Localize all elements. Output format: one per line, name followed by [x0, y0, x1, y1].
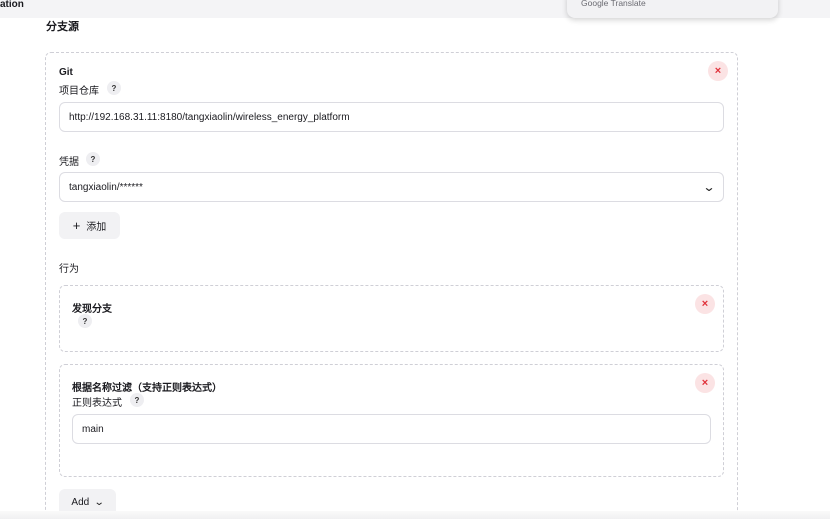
plus-icon: +: [72, 218, 81, 233]
chevron-down-icon: ⌄: [702, 180, 716, 194]
close-icon: ×: [701, 376, 709, 389]
credentials-label: 凭据: [59, 157, 79, 168]
behavior-discover-branches: [59, 285, 724, 352]
section-title: 分支源: [46, 21, 79, 33]
close-icon: ×: [701, 297, 709, 310]
repo-help-icon[interactable]: ?: [107, 81, 121, 95]
regex-input[interactable]: main: [72, 414, 711, 444]
repo-label: 项目仓库: [59, 86, 99, 97]
repo-url-value: http://192.168.31.11:8180/tangxiaolin/wi…: [69, 111, 350, 123]
bottom-edge: [0, 511, 830, 519]
repo-url-input[interactable]: http://192.168.31.11:8180/tangxiaolin/wi…: [59, 102, 724, 132]
add-credentials-button[interactable]: + 添加: [59, 212, 120, 239]
behavior-discover-branches-title: 发现分支: [72, 304, 112, 315]
behavior-name-filter-title: 根据名称过滤（支持正则表达式）: [72, 383, 222, 394]
top-bar-label: ation: [0, 0, 24, 10]
regex-label: 正则表达式: [72, 398, 122, 409]
translate-popup[interactable]: Google Translate: [567, 0, 778, 18]
git-title: Git: [59, 67, 73, 78]
add-behavior-label: Add: [71, 497, 90, 508]
regex-help-icon[interactable]: ?: [130, 393, 144, 407]
close-icon: ×: [714, 64, 722, 77]
discover-branches-help-icon[interactable]: ?: [78, 314, 92, 328]
credentials-help-icon[interactable]: ?: [86, 152, 100, 166]
credentials-select[interactable]: tangxiaolin/****** ⌄: [59, 172, 724, 202]
credentials-value: tangxiaolin/******: [69, 181, 143, 193]
git-close-button[interactable]: ×: [708, 61, 728, 81]
behaviors-label: 行为: [59, 264, 79, 275]
add-credentials-label: 添加: [86, 222, 107, 233]
chevron-down-icon: ⌄: [93, 497, 105, 508]
behavior-name-filter-close-button[interactable]: ×: [695, 373, 715, 393]
regex-value: main: [82, 423, 104, 435]
translate-popup-label: Google Translate: [581, 0, 646, 8]
behavior-discover-branches-close-button[interactable]: ×: [695, 294, 715, 314]
